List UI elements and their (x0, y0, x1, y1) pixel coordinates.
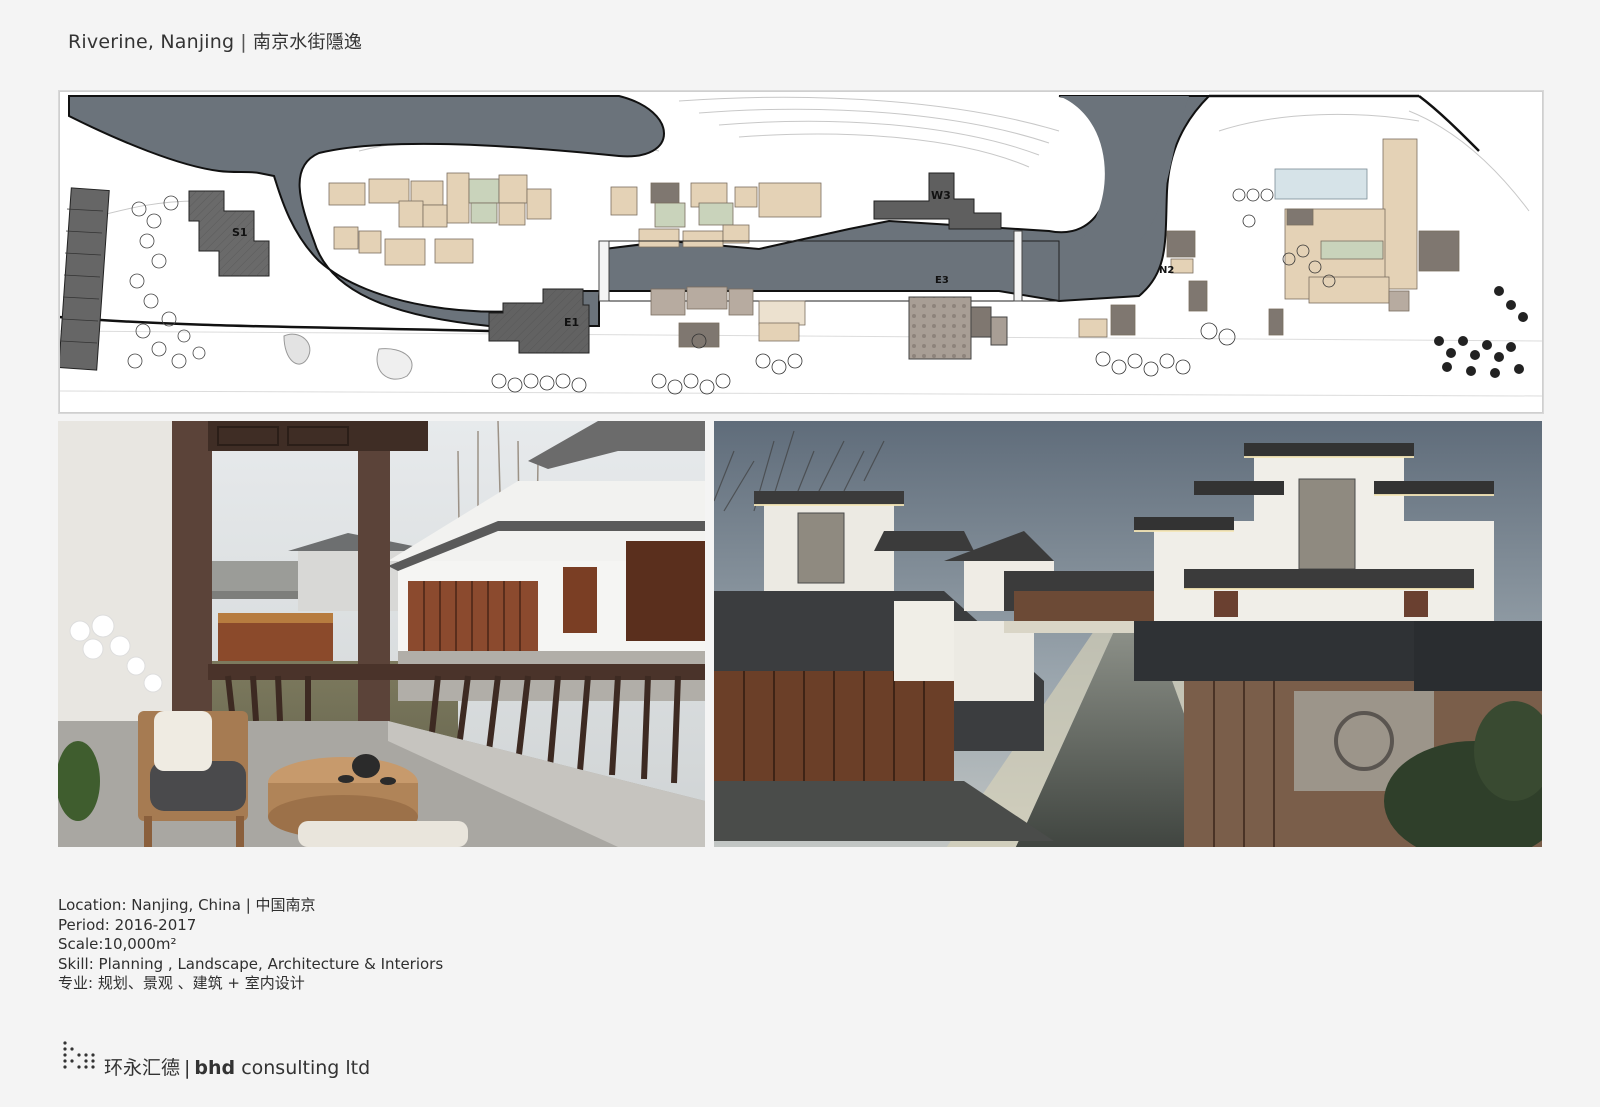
label-s1: S1 (232, 226, 248, 239)
photo-veranda-svg (58, 421, 705, 847)
bhd-logo-icon (63, 1041, 95, 1069)
site-plan-drawing: S1 W3 E3 E1 N2 (58, 90, 1544, 414)
detail-scale: Scale:10,000m² (58, 935, 177, 954)
footbridge-east (1013, 230, 1023, 302)
photo-canal-svg (714, 421, 1542, 847)
photo-veranda (58, 421, 705, 847)
header-separator: | (240, 31, 247, 53)
detail-period: Period: 2016-2017 (58, 915, 197, 934)
company-brand-rest: consulting ltd (235, 1057, 371, 1079)
page-header: Riverine, Nanjing | 南京水街隱逸 (68, 28, 362, 54)
label-n2: N2 (1159, 265, 1174, 276)
project-title-cn: 南京水街隱逸 (252, 32, 363, 53)
company-name-cn: 环永汇德 (104, 1057, 181, 1079)
wooden-pillar-left (172, 421, 212, 731)
label-e3: E3 (935, 275, 949, 286)
photo-canal-dusk (714, 421, 1542, 847)
label-e1: E1 (564, 316, 579, 329)
canal-boat (218, 621, 333, 661)
lattice-eave (208, 421, 428, 451)
building-e3-courtyard (908, 296, 972, 360)
company-name: 环永汇德 | bhd consulting ltd (104, 1053, 370, 1080)
detail-location: Location: Nanjing, China | 中国南京 (58, 896, 316, 914)
company-brand-bold: bhd (194, 1057, 236, 1079)
project-details: Location: Nanjing, China | 中国南京 Period: … (58, 896, 443, 994)
footbridge-west (598, 240, 610, 302)
project-title: Riverine, Nanjing (68, 31, 235, 53)
detail-skill: Skill: Planning , Landscape, Architectur… (58, 954, 444, 973)
footer-separator: | (184, 1057, 191, 1079)
cushion (298, 821, 468, 847)
site-plan-svg: S1 W3 E3 E1 N2 (59, 91, 1543, 413)
detail-skill-cn: 专业: 规划、景观 、建筑 + 室内设计 (58, 974, 305, 993)
label-w3: W3 (931, 189, 951, 202)
building-e3-annex (970, 306, 992, 338)
door (563, 567, 597, 633)
railing-top (208, 664, 705, 680)
